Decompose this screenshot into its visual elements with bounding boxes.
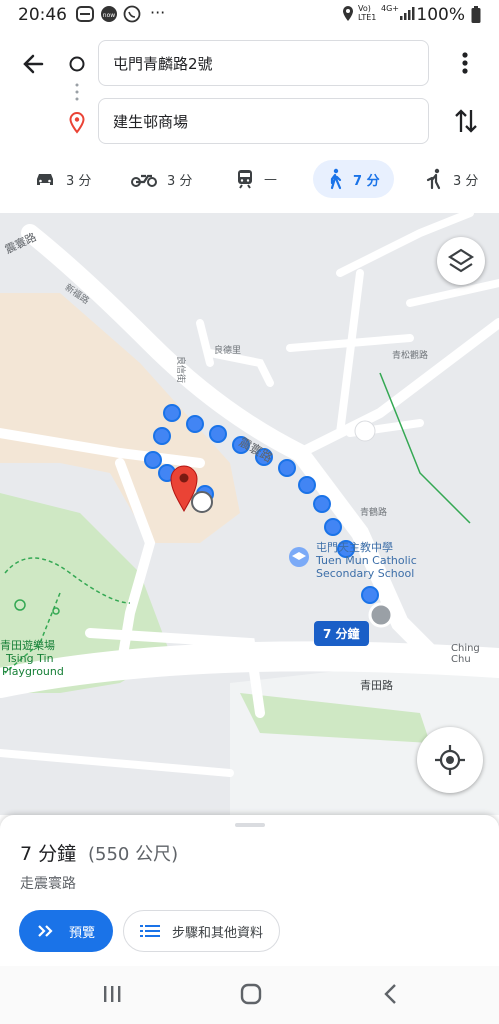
now-icon bbox=[76, 5, 94, 27]
travel-mode-bar: 3 分 3 分 — 7 分 3 分 bbox=[0, 160, 499, 200]
map-view[interactable]: 震寰路 新福路 良德里 良信街 青松觀路 青鶴路 震寰路 青田路 Ching C… bbox=[0, 213, 499, 815]
back-arrow-icon bbox=[23, 54, 44, 74]
map-layers-button[interactable] bbox=[437, 237, 485, 285]
more-vert-icon bbox=[462, 52, 468, 74]
battery-icon bbox=[471, 6, 481, 28]
mode-ride-time: 3 分 bbox=[453, 173, 479, 189]
destination-input[interactable]: 建生邨商場 bbox=[98, 98, 429, 144]
mode-walk[interactable]: 7 分 bbox=[313, 160, 394, 198]
end-point bbox=[191, 491, 213, 513]
news-icon: now bbox=[100, 5, 118, 27]
road-label: 青松觀路 bbox=[392, 351, 429, 361]
more-notifications: ··· bbox=[150, 3, 166, 22]
mode-car-time: 3 分 bbox=[66, 173, 92, 189]
mode-car[interactable]: 3 分 bbox=[34, 160, 91, 198]
location-icon bbox=[341, 5, 355, 27]
recents-icon bbox=[104, 986, 121, 1002]
preview-button[interactable]: 預覽 bbox=[19, 910, 113, 952]
double-chevron-icon bbox=[38, 925, 53, 937]
layers-icon bbox=[447, 248, 475, 273]
park-label: 青田遊樂場 Tsing Tin Playground bbox=[0, 639, 64, 678]
route-duration: 7 分鐘 bbox=[20, 843, 77, 865]
steps-label: 步驟和其他資料 bbox=[172, 925, 264, 941]
road-label: 青鶴路 bbox=[360, 508, 388, 518]
destination-pin-icon bbox=[69, 111, 85, 138]
preview-label: 預覽 bbox=[69, 925, 96, 941]
whatsapp-icon bbox=[123, 5, 141, 27]
status-bar: 20:46 now ··· Vo) LTE1 4G+ 100% bbox=[0, 0, 499, 32]
system-nav-bar bbox=[0, 966, 499, 1024]
park-name-zh: 青田遊樂場 bbox=[0, 639, 55, 652]
road-label: Ching Chu bbox=[451, 643, 480, 665]
map-canvas bbox=[0, 213, 499, 815]
motorbike-icon bbox=[131, 174, 157, 187]
park-name-en: Tsing Tin bbox=[6, 652, 54, 665]
more-options-button[interactable] bbox=[452, 48, 478, 78]
route-time-badge: 7 分鐘 bbox=[314, 621, 369, 646]
chevron-left-icon bbox=[384, 984, 396, 1004]
sheet-handle[interactable] bbox=[235, 823, 265, 827]
recent-apps-button[interactable] bbox=[102, 984, 122, 1008]
school-name-en: Secondary School bbox=[316, 567, 415, 580]
swap-directions-button[interactable] bbox=[452, 106, 480, 136]
walk-icon bbox=[330, 168, 342, 190]
svg-text:now: now bbox=[103, 12, 115, 19]
route-via: 走震寰路 bbox=[20, 876, 76, 892]
my-location-button[interactable] bbox=[417, 727, 483, 793]
road-label: 青田路 bbox=[360, 679, 393, 692]
status-time: 20:46 bbox=[18, 5, 67, 25]
mode-transit-time: — bbox=[264, 171, 277, 187]
signal-icon bbox=[399, 5, 415, 25]
list-icon bbox=[140, 925, 160, 937]
steps-button[interactable]: 步驟和其他資料 bbox=[123, 910, 280, 952]
mode-motorbike-time: 3 分 bbox=[167, 173, 193, 189]
battery-level: 100% bbox=[416, 5, 465, 25]
origin-input[interactable]: 屯門青麟路2號 bbox=[98, 40, 429, 86]
park-name-en: Playground bbox=[2, 665, 64, 678]
network-label: Vo) LTE1 bbox=[358, 4, 377, 22]
road-label: 良德里 bbox=[214, 346, 242, 356]
crosshair-icon bbox=[435, 745, 465, 775]
train-icon bbox=[238, 170, 252, 189]
school-name-zh: 屯門天主教中學 bbox=[316, 541, 393, 554]
road-label: 良信街 bbox=[175, 355, 186, 384]
mode-ride[interactable]: 3 分 bbox=[425, 160, 478, 198]
back-button[interactable] bbox=[18, 48, 50, 80]
network-type: 4G+ bbox=[381, 4, 399, 13]
swap-icon bbox=[455, 109, 477, 133]
school-name-en: Tuen Mun Catholic bbox=[316, 554, 417, 567]
mode-walk-time: 7 分 bbox=[353, 173, 380, 189]
mode-transit[interactable]: — bbox=[236, 160, 277, 198]
route-summary-sheet: 7 分鐘 (550 公尺) 走震寰路 預覽 步驟和其他資料 bbox=[0, 815, 499, 966]
school-label: 屯門天主教中學 Tuen Mun Catholic Secondary Scho… bbox=[316, 541, 417, 580]
route-distance: (550 公尺) bbox=[88, 844, 179, 865]
start-point bbox=[368, 602, 394, 628]
mode-motorbike[interactable]: 3 分 bbox=[131, 160, 192, 198]
home-icon bbox=[240, 983, 262, 1005]
school-icon bbox=[289, 547, 309, 567]
origin-dot-icon bbox=[68, 55, 86, 77]
home-button[interactable] bbox=[240, 983, 262, 1009]
ride-icon bbox=[426, 168, 441, 190]
car-icon bbox=[37, 174, 53, 185]
route-dots-icon bbox=[75, 82, 79, 106]
back-nav-button[interactable] bbox=[382, 983, 400, 1009]
